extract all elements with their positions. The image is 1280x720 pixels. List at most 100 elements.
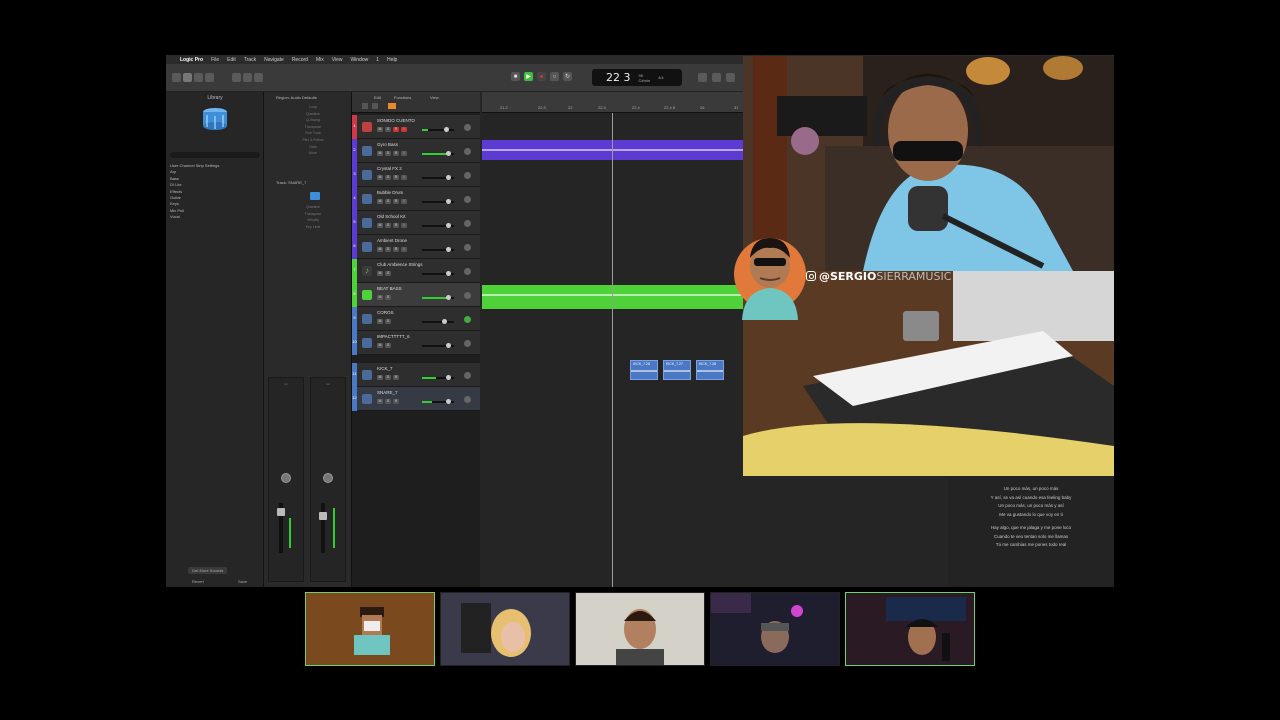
lcd-display[interactable]: 22 3 96 C#min 4/4 (592, 69, 682, 86)
fader-cap[interactable] (277, 508, 285, 516)
quick-help-icon[interactable] (194, 73, 203, 82)
playhead[interactable] (612, 113, 613, 587)
view-menu[interactable]: View (430, 95, 439, 100)
track-name[interactable]: BEAT BASS (377, 286, 402, 291)
solo-button[interactable]: S (385, 175, 391, 180)
track-name[interactable]: IMPACTTTTT_6 (377, 334, 410, 339)
inspector-toggle-icon[interactable] (183, 73, 192, 82)
record-enable-button[interactable]: R (393, 247, 399, 252)
pan-knob[interactable] (281, 473, 291, 483)
get-more-sounds-button[interactable]: Get More Sounds (188, 567, 228, 574)
track-name[interactable]: SNARE_7 (377, 390, 398, 395)
functions-menu[interactable]: Functions (394, 95, 411, 100)
menu-edit[interactable]: Edit (227, 57, 236, 63)
library-toggle-icon[interactable] (172, 73, 181, 82)
track-row[interactable]: 6 Ambient Drone MSRI (352, 235, 480, 259)
input-monitor-button[interactable]: I (401, 151, 407, 156)
play-button[interactable]: ▶ (524, 72, 533, 81)
region-param[interactable]: Transpose (278, 124, 348, 131)
record-button[interactable]: ● (537, 72, 546, 81)
track-row[interactable]: 1 SONIDO CUENTO MSRI (352, 115, 480, 139)
stop-button[interactable]: ■ (511, 72, 520, 81)
track-volume-slider[interactable] (422, 399, 454, 404)
track-volume-slider[interactable] (422, 199, 454, 204)
track-row[interactable]: 4 Bubble Drum MSRI (352, 187, 480, 211)
track-volume-slider[interactable] (422, 151, 454, 156)
track-pan-knob[interactable] (464, 244, 471, 251)
menu-app-name[interactable]: Logic Pro (180, 57, 203, 63)
region-inspector-header[interactable]: Region: Audio Defaults (276, 95, 317, 100)
track-pan-knob[interactable] (464, 372, 471, 379)
region-param[interactable]: Loop (278, 104, 348, 111)
solo-button[interactable]: S (385, 295, 391, 300)
record-enable-button[interactable]: R (393, 223, 399, 228)
add-track-icon[interactable] (362, 103, 368, 109)
menu-1[interactable]: 1 (376, 57, 379, 63)
cycle-button[interactable]: ↻ (563, 72, 572, 81)
mute-button[interactable]: M (377, 295, 383, 300)
region-param[interactable]: Flex & Follow (278, 137, 348, 144)
audio-region-kick[interactable]: KICK_7.27 (663, 360, 691, 380)
pan-knob[interactable] (323, 473, 333, 483)
mixer-toggle-icon[interactable] (232, 73, 241, 82)
track-name[interactable]: Bubble Drum (377, 190, 403, 195)
track-name[interactable]: Old School Kit (377, 214, 406, 219)
participant-tile-guest-1[interactable] (440, 592, 570, 666)
track-pan-knob[interactable] (464, 340, 471, 347)
library-search-input[interactable] (170, 152, 260, 158)
solo-button[interactable]: S (385, 375, 391, 380)
solo-button[interactable]: S (385, 127, 391, 132)
region-param[interactable]: More (278, 150, 348, 157)
menu-mix[interactable]: Mix (316, 57, 324, 63)
track-row[interactable]: 3 Crystal FX 2 MSRI (352, 163, 480, 187)
track-pan-knob[interactable] (464, 316, 471, 323)
mute-button[interactable]: M (377, 271, 383, 276)
track-pan-knob[interactable] (464, 196, 471, 203)
track-name[interactable]: KICK_7 (377, 366, 393, 371)
pencil-icon[interactable] (726, 73, 735, 82)
solo-button[interactable]: S (385, 247, 391, 252)
record-enable-button[interactable]: R (393, 375, 399, 380)
fader-cap[interactable] (319, 512, 327, 520)
track-volume-slider[interactable] (422, 247, 454, 252)
solo-button[interactable]: S (385, 343, 391, 348)
track-volume-slider[interactable] (422, 271, 454, 276)
edit-menu[interactable]: Edit (374, 95, 381, 100)
track-row[interactable]: 12 SNARE_7 MSR (352, 387, 480, 411)
track-volume-slider[interactable] (422, 223, 454, 228)
track-row[interactable]: 5 Old School Kit MSRI (352, 211, 480, 235)
toolbar-toggle-icon[interactable] (205, 73, 214, 82)
menu-file[interactable]: File (211, 57, 219, 63)
mute-button[interactable]: M (377, 399, 383, 404)
volume-fader-output[interactable] (321, 503, 325, 553)
record-enable-button[interactable]: R (393, 399, 399, 404)
track-param[interactable]: Quantize (278, 204, 348, 211)
track-param[interactable]: Key Limit (278, 224, 348, 231)
track-pan-knob[interactable] (464, 292, 471, 299)
mute-button[interactable]: M (377, 199, 383, 204)
menu-window[interactable]: Window (350, 57, 368, 63)
track-volume-slider[interactable] (422, 127, 454, 132)
global-tracks-icon[interactable] (388, 103, 396, 109)
track-inspector-header[interactable]: Track: SNARE_7 (276, 180, 306, 185)
track-pan-knob[interactable] (464, 148, 471, 155)
track-volume-slider[interactable] (422, 343, 454, 348)
track-pan-knob[interactable] (464, 396, 471, 403)
region-param[interactable]: Gain (278, 144, 348, 151)
track-param[interactable]: Transpose (278, 211, 348, 218)
solo-button[interactable]: S (385, 271, 391, 276)
metronome-icon[interactable] (712, 73, 721, 82)
input-monitor-button[interactable]: I (401, 199, 407, 204)
input-monitor-button[interactable]: I (401, 223, 407, 228)
track-row[interactable]: 7 ♪ Club Ambience Strings MS (352, 259, 480, 283)
editor-toggle-icon[interactable] (243, 73, 252, 82)
track-row-selected[interactable]: 8 BEAT BASS MS (352, 283, 480, 307)
participant-tile-avatar[interactable] (305, 592, 435, 666)
track-pan-knob[interactable] (464, 124, 471, 131)
track-pan-knob[interactable] (464, 220, 471, 227)
track-row[interactable]: 10 IMPACTTTTT_6 MS (352, 331, 480, 355)
track-row[interactable]: 11 KICK_7 MSR (352, 363, 480, 387)
mute-button[interactable]: M (377, 343, 383, 348)
track-name[interactable]: Ambient Drone (377, 238, 407, 243)
track-volume-slider[interactable] (422, 319, 454, 324)
